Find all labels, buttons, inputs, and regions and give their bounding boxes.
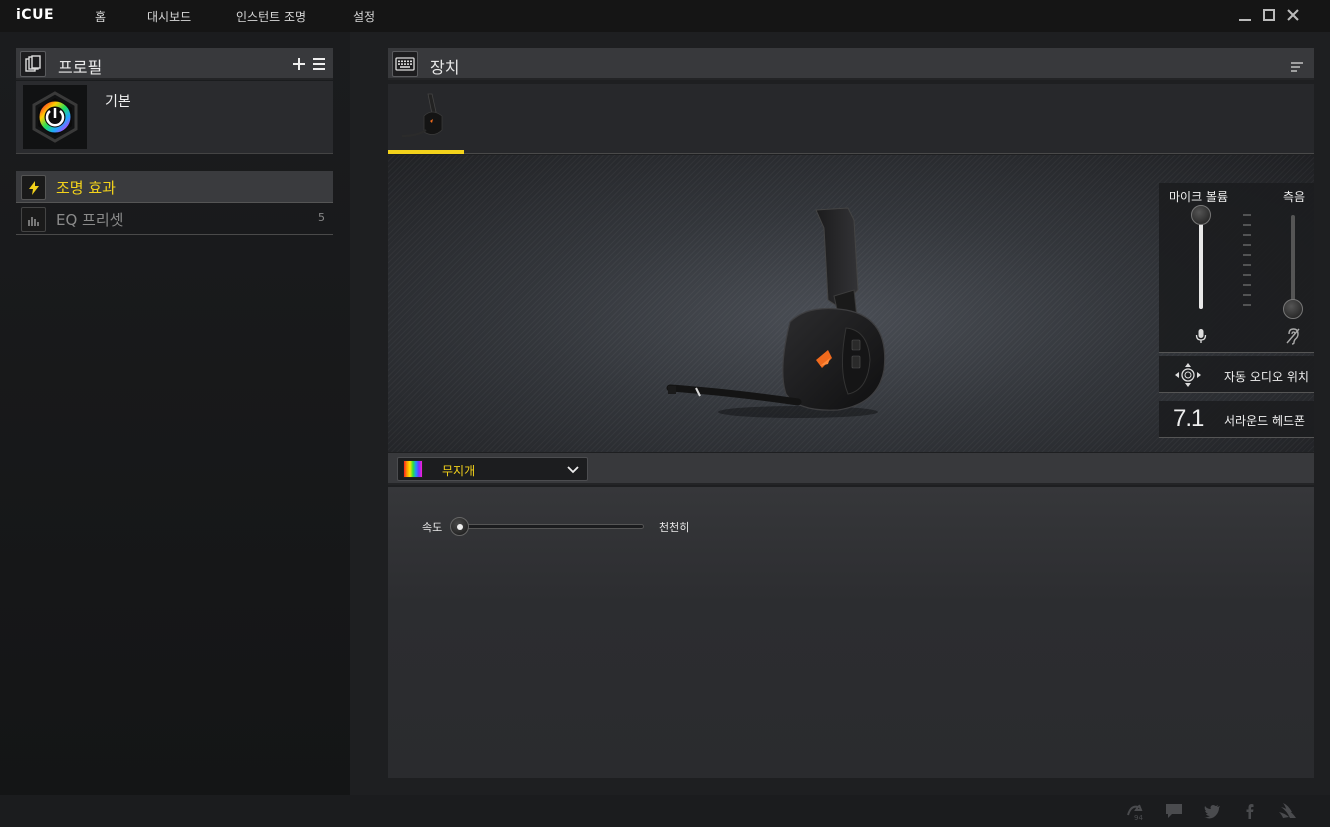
title-bar: iCUE 홈 대시보드 인스턴트 조명 설정	[0, 0, 1330, 32]
rainbow-swatch-icon	[403, 460, 423, 478]
audio-position-icon	[1175, 363, 1201, 387]
auto-audio-position-toggle[interactable]: 자동 오디오 위치	[1159, 356, 1314, 393]
sidetone-muted-icon[interactable]	[1285, 327, 1301, 345]
profiles-icon	[20, 51, 46, 77]
nav-home[interactable]: 홈	[95, 8, 106, 25]
mic-volume-label: 마이크 볼륨	[1169, 190, 1229, 204]
headset-image	[666, 207, 886, 418]
lighting-effect-bar: 무지개	[388, 453, 1314, 485]
eq-preset-count: 5	[318, 211, 325, 224]
twitter-icon[interactable]	[1203, 803, 1221, 819]
minimize-icon[interactable]	[1236, 6, 1254, 24]
equalizer-icon	[21, 207, 46, 232]
feature-lighting-label: 조명 효과	[56, 179, 116, 197]
audio-controls-panel: 마이크 볼륨 측음 자동 오디오 위치 7.1 서라운드 헤드폰	[1159, 183, 1314, 438]
device-strip	[388, 84, 1314, 154]
add-profile-icon[interactable]	[291, 56, 307, 72]
sidetone-slider-thumb[interactable]	[1283, 299, 1303, 319]
mic-volume-fill	[1199, 213, 1203, 309]
speed-label: 속도	[422, 521, 443, 534]
microphone-icon[interactable]	[1195, 328, 1207, 344]
profiles-title: 프로필	[58, 58, 103, 77]
mic-volume-slider-track[interactable]	[1199, 213, 1203, 309]
effect-dropdown[interactable]: 무지개	[397, 457, 588, 481]
auto-audio-position-label: 자동 오디오 위치	[1224, 370, 1309, 384]
speed-slow-label: 천천히	[659, 521, 690, 534]
corsair-logo-icon[interactable]	[1278, 803, 1298, 819]
profile-item-default[interactable]: 기본	[16, 81, 333, 154]
status-bar: 94	[0, 795, 1330, 827]
sort-menu-icon[interactable]	[1290, 58, 1304, 72]
feature-eq-presets[interactable]: EQ 프리셋 5	[16, 203, 333, 235]
device-tab-active-indicator	[388, 150, 464, 154]
speed-slider-track[interactable]	[454, 524, 644, 529]
surround-71-icon: 7.1	[1173, 405, 1204, 432]
chat-icon[interactable]	[1165, 803, 1183, 819]
keyboard-icon	[392, 51, 418, 77]
feature-eq-label: EQ 프리셋	[56, 211, 124, 229]
mic-volume-slider-thumb[interactable]	[1191, 205, 1211, 225]
mic-controls: 마이크 볼륨 측음	[1159, 183, 1314, 353]
sidetone-label: 측음	[1283, 190, 1306, 204]
facebook-icon[interactable]	[1241, 803, 1259, 819]
level-ticks	[1243, 214, 1251, 306]
surround-label: 서라운드 헤드폰	[1224, 414, 1306, 428]
effect-selected-label: 무지개	[442, 464, 476, 478]
headset-thumbnail	[401, 93, 443, 138]
nav-instant-lighting[interactable]: 인스턴트 조명	[236, 8, 306, 25]
lightning-icon	[21, 175, 46, 200]
notifications-icon[interactable]: 94	[1126, 803, 1146, 822]
profiles-header: 프로필	[16, 48, 333, 80]
devices-header: 장치	[388, 48, 1314, 80]
app-logo: iCUE	[16, 7, 55, 23]
nav-settings[interactable]: 설정	[353, 8, 375, 25]
profile-thumbnail	[23, 85, 87, 149]
maximize-icon[interactable]	[1260, 6, 1278, 24]
speed-slider-thumb[interactable]	[450, 517, 469, 536]
sidetone-slider-track[interactable]	[1291, 215, 1295, 309]
close-icon[interactable]	[1284, 6, 1302, 24]
devices-title: 장치	[430, 58, 460, 77]
profile-menu-icon[interactable]	[311, 56, 327, 72]
profile-name: 기본	[105, 94, 131, 110]
nav-dashboard[interactable]: 대시보드	[147, 8, 191, 25]
effect-settings: 속도 천천히	[388, 487, 1314, 778]
device-tab-headset[interactable]	[388, 84, 464, 154]
chevron-down-icon	[567, 466, 579, 474]
notification-count: 94	[1134, 814, 1143, 821]
feature-lighting-effects[interactable]: 조명 효과	[16, 171, 333, 203]
surround-sound-toggle[interactable]: 7.1 서라운드 헤드폰	[1159, 401, 1314, 438]
icue-logo-icon	[32, 91, 78, 143]
